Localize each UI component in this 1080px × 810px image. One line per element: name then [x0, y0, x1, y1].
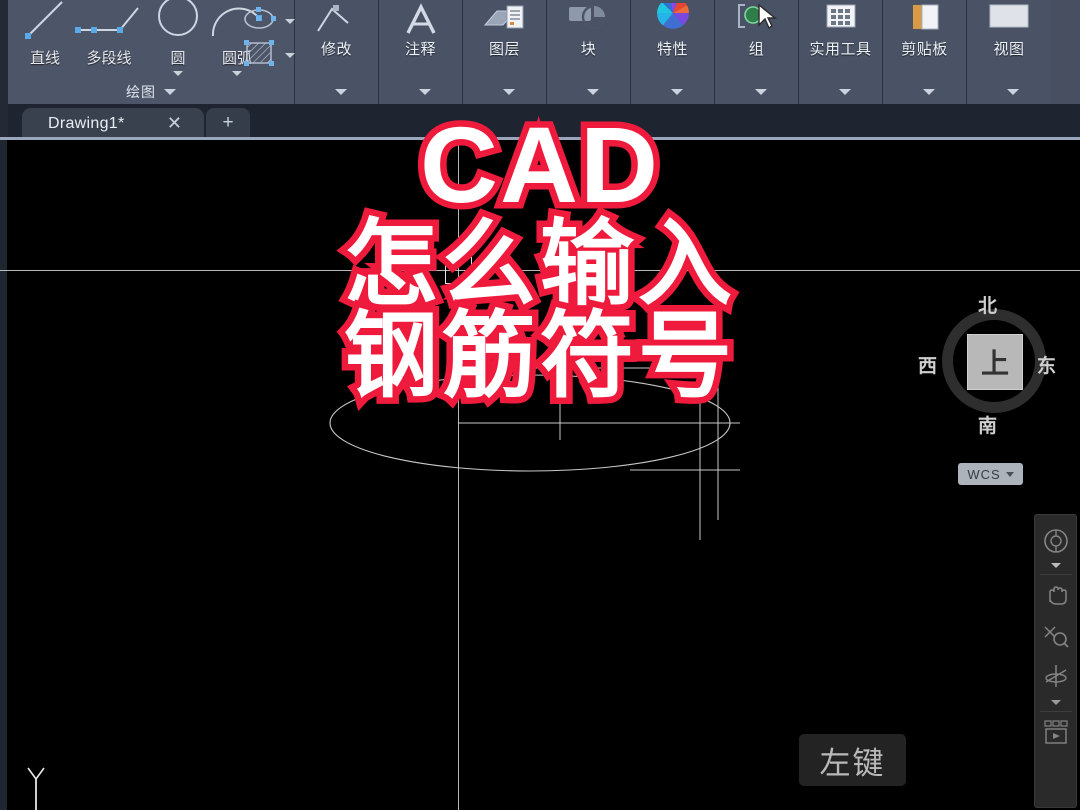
modify-panel-label: 修改 — [320, 41, 352, 58]
modify-panel-expand-icon[interactable] — [334, 89, 347, 95]
polyline-icon — [70, 0, 148, 47]
ribbon-panel-block[interactable]: 块 — [547, 0, 631, 104]
tool-circle-label: 圆 — [170, 50, 186, 67]
properties-panel-expand-icon[interactable] — [670, 89, 683, 95]
layers-icon — [463, 2, 546, 38]
properties-panel-expand[interactable] — [631, 80, 714, 104]
chevron-down-icon[interactable] — [1005, 471, 1014, 477]
overlay-title-line-3: 钢筋符号 — [337, 302, 738, 409]
block-panel-expand-icon[interactable] — [586, 89, 599, 95]
clipboard-icon — [883, 2, 966, 38]
overlay-title-line-2: 怎么输入 — [337, 210, 738, 317]
left-click-hint: 左键 — [799, 734, 906, 786]
tool-hatch[interactable] — [242, 38, 298, 73]
block-icon — [547, 2, 630, 38]
utilities-panel-expand-icon[interactable] — [838, 89, 851, 95]
layers-panel-expand-icon[interactable] — [502, 89, 515, 95]
ribbon-panel-properties[interactable]: 特性 — [631, 0, 715, 104]
tool-hatch-dropdown-icon[interactable] — [285, 53, 295, 58]
utilities-icon — [799, 2, 882, 38]
orbit-icon[interactable] — [1038, 656, 1074, 696]
tool-line[interactable]: 直线 — [16, 0, 74, 68]
block-panel-expand[interactable] — [547, 80, 630, 104]
navigation-bar[interactable] — [1034, 514, 1077, 808]
circle-icon — [150, 0, 206, 47]
ribbon-panel-draw[interactable]: 直线 多段线 圆 圆弧 绘图 — [8, 0, 295, 104]
utilities-panel-expand[interactable] — [799, 80, 882, 104]
ribbon-panel-modify[interactable]: 修改 — [295, 0, 379, 104]
pan-hand-icon[interactable] — [1038, 576, 1074, 616]
tool-ellipse-dropdown-icon[interactable] — [285, 19, 295, 24]
zoom-icon[interactable] — [1038, 616, 1074, 656]
modify-icon — [295, 2, 378, 38]
draw-panel-title: 绘图 — [126, 84, 156, 100]
line-icon — [16, 0, 74, 47]
ribbon-panel-group[interactable]: 组 — [715, 0, 799, 104]
modify-panel-expand[interactable] — [295, 80, 378, 104]
tool-arc-dropdown-icon[interactable] — [232, 71, 242, 76]
layers-panel-label: 图层 — [488, 41, 520, 58]
properties-icon — [631, 2, 714, 38]
steering-wheels-dropdown-icon[interactable] — [1050, 555, 1061, 573]
ribbon-panel-clipboard[interactable]: 剪贴板 — [883, 0, 967, 104]
overlay-title-line-1: CAD — [414, 104, 665, 225]
ellipse-icon — [242, 4, 278, 39]
nav-divider-2 — [1039, 711, 1072, 712]
clipboard-panel-label: 剪贴板 — [901, 41, 948, 58]
hatch-icon — [242, 38, 278, 73]
view-panel-expand-icon[interactable] — [1007, 89, 1019, 95]
properties-panel-label: 特性 — [656, 41, 688, 58]
tool-ellipse[interactable] — [242, 4, 298, 39]
orbit-dropdown-icon[interactable] — [1050, 692, 1061, 710]
utilities-panel-label: 实用工具 — [809, 41, 872, 58]
wcs-dropdown[interactable]: WCS — [958, 463, 1023, 485]
annotation-panel-label: 注释 — [404, 41, 436, 58]
view-panel-label: 视图 — [993, 41, 1025, 58]
wcs-label: WCS — [967, 466, 1001, 482]
cad-application-window: 直线 多段线 圆 圆弧 绘图 修改 注释 图层 块 特性 组 实用工具 剪贴板 … — [0, 0, 1080, 810]
tool-line-label: 直线 — [29, 50, 60, 67]
group-panel-label: 组 — [748, 41, 765, 58]
left-click-hint-label: 左键 — [819, 745, 886, 781]
overlay-title: CAD 怎么输入 钢筋符号 — [0, 104, 1080, 409]
tool-polyline[interactable]: 多段线 — [70, 0, 148, 68]
nav-divider-1 — [1039, 574, 1072, 575]
annotation-panel-expand[interactable] — [379, 80, 462, 104]
group-panel-expand[interactable] — [715, 80, 798, 104]
ribbon-toolbar: 直线 多段线 圆 圆弧 绘图 修改 注释 图层 块 特性 组 实用工具 剪贴板 … — [0, 0, 1080, 104]
ribbon-panel-view[interactable]: 视图 — [967, 0, 1051, 104]
showmotion-icon[interactable] — [1038, 713, 1074, 753]
view-cube-south[interactable]: 南 — [978, 411, 997, 438]
clipboard-panel-expand-icon[interactable] — [922, 89, 935, 95]
ribbon-panel-layers[interactable]: 图层 — [463, 0, 547, 104]
tool-circle[interactable]: 圆 — [150, 0, 206, 76]
tool-circle-dropdown-icon[interactable] — [173, 71, 183, 76]
group-panel-expand-icon[interactable] — [754, 89, 767, 95]
clipboard-panel-expand[interactable] — [883, 80, 966, 104]
block-panel-label: 块 — [580, 41, 597, 58]
ribbon-panel-utilities[interactable]: 实用工具 — [799, 0, 883, 104]
draw-panel-title-bar[interactable]: 绘图 — [8, 80, 294, 104]
ribbon-panel-annotation[interactable]: 注释 — [379, 0, 463, 104]
view-panel-expand[interactable] — [967, 80, 1051, 104]
annotation-icon — [379, 2, 462, 38]
ucs-icon — [20, 765, 80, 810]
layers-panel-expand[interactable] — [463, 80, 546, 104]
annotation-panel-expand-icon[interactable] — [418, 89, 431, 95]
tool-polyline-label: 多段线 — [86, 50, 132, 67]
draw-panel-expand-icon[interactable] — [164, 89, 176, 95]
view-icon — [967, 2, 1051, 38]
group-icon — [715, 2, 798, 38]
ribbon-left-edge — [0, 0, 8, 104]
